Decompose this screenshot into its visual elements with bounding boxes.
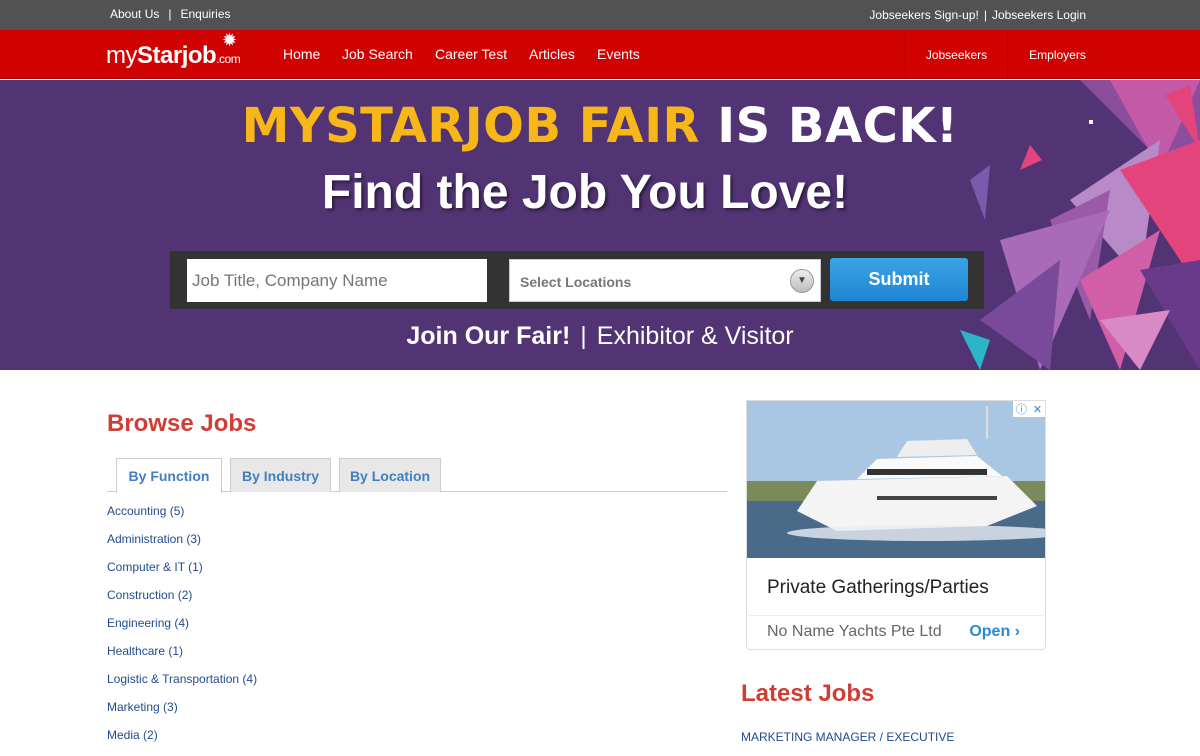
job-search-form: Select Locations ▼ Submit (170, 251, 984, 309)
hero-banner: MYSTARJOB FAIR IS BACK! Find the Job You… (0, 80, 1200, 370)
login-link[interactable]: Jobseekers Login (992, 8, 1086, 22)
location-select[interactable]: Select Locations ▼ (509, 259, 821, 302)
ad-open-label: Open (969, 623, 1011, 640)
tab-by-location[interactable]: By Location (339, 458, 441, 492)
list-item[interactable]: Accounting (5) (107, 504, 257, 532)
fair-headline: MYSTARJOB FAIR IS BACK! (0, 98, 1200, 154)
job-search-input[interactable] (187, 259, 487, 302)
signup-link[interactable]: Jobseekers Sign-up! (869, 8, 978, 22)
browse-tabs: By Function By Industry By Location (107, 458, 727, 493)
logo-domain: .com (216, 52, 241, 66)
separator: | (983, 8, 987, 22)
chevron-right-icon: › (1014, 623, 1020, 640)
ad-image-yacht[interactable] (747, 401, 1046, 558)
tab-by-function[interactable]: By Function (116, 458, 222, 493)
location-select-label: Select Locations (520, 274, 632, 290)
list-item[interactable]: Logistic & Transportation (4) (107, 672, 257, 700)
close-icon[interactable]: ✕ (1033, 403, 1042, 416)
fair-headline-white: IS BACK! (717, 98, 959, 154)
enquiries-link[interactable]: Enquiries (180, 7, 230, 21)
top-links-left: About Us | Enquiries (110, 7, 231, 21)
about-us-link[interactable]: About Us (110, 7, 159, 21)
ad-advertiser: No Name Yachts Pte Ltd (767, 623, 942, 640)
chevron-down-icon[interactable]: ▼ (790, 269, 814, 293)
nav-home[interactable]: Home (283, 46, 320, 62)
info-icon[interactable]: ⓘ (1016, 401, 1027, 417)
list-item[interactable]: Administration (3) (107, 532, 257, 560)
separator: | (580, 322, 587, 350)
logo-my: my (106, 42, 138, 69)
nav-career-test[interactable]: Career Test (435, 46, 507, 62)
join-fair-link[interactable]: Join Our Fair! | Exhibitor & Visitor (0, 322, 1200, 351)
fair-headline-yellow: MYSTARJOB FAIR (241, 98, 701, 154)
top-utility-bar: About Us | Enquiries Jobseekers Sign-up! | J… (0, 0, 1200, 30)
site-logo[interactable]: myStarjob.com ✹ (106, 30, 241, 70)
browse-jobs-title: Browse Jobs (107, 410, 257, 437)
divider (747, 615, 1045, 616)
latest-jobs-title: Latest Jobs (741, 680, 875, 707)
list-item[interactable]: Healthcare (1) (107, 644, 257, 672)
logo-star-icon: ✹ (222, 30, 237, 50)
nav-job-search[interactable]: Job Search (342, 46, 413, 62)
nav-jobseekers[interactable]: Jobseekers (905, 30, 1007, 79)
submit-button[interactable]: Submit (830, 258, 968, 301)
logo-starjob: Starjob (137, 42, 217, 69)
list-item[interactable]: Media (2) (107, 728, 257, 756)
separator: | (168, 7, 172, 21)
nav-events[interactable]: Events (597, 46, 640, 62)
function-list: Accounting (5) Administration (3) Comput… (107, 504, 257, 756)
nav-articles[interactable]: Articles (529, 46, 575, 62)
list-item[interactable]: Engineering (4) (107, 616, 257, 644)
list-item[interactable]: Marketing (3) (107, 700, 257, 728)
ad-banner[interactable]: ⓘ ✕ Private Gatherings/Parties No Name Ya… (746, 400, 1046, 650)
main-navbar: myStarjob.com ✹ Home Job Search Career T… (0, 30, 1200, 79)
tab-by-industry[interactable]: By Industry (230, 458, 331, 492)
latest-job-link[interactable]: MARKETING MANAGER / EXECUTIVE (741, 730, 954, 744)
list-item[interactable]: Construction (2) (107, 588, 257, 616)
top-links-right: Jobseekers Sign-up! | Jobseekers Login (869, 8, 1086, 22)
ad-open-button[interactable]: Open › (969, 623, 1020, 641)
join-fair-rest: Exhibitor & Visitor (596, 322, 794, 350)
ad-choices[interactable]: ⓘ ✕ (1013, 401, 1045, 417)
nav-employers[interactable]: Employers (1007, 30, 1107, 79)
hero-subtitle: Find the Job You Love! (321, 166, 849, 219)
join-fair-bold: Join Our Fair! (406, 322, 571, 350)
list-item[interactable]: Computer & IT (1) (107, 560, 257, 588)
ad-headline: Private Gatherings/Parties (767, 577, 989, 598)
